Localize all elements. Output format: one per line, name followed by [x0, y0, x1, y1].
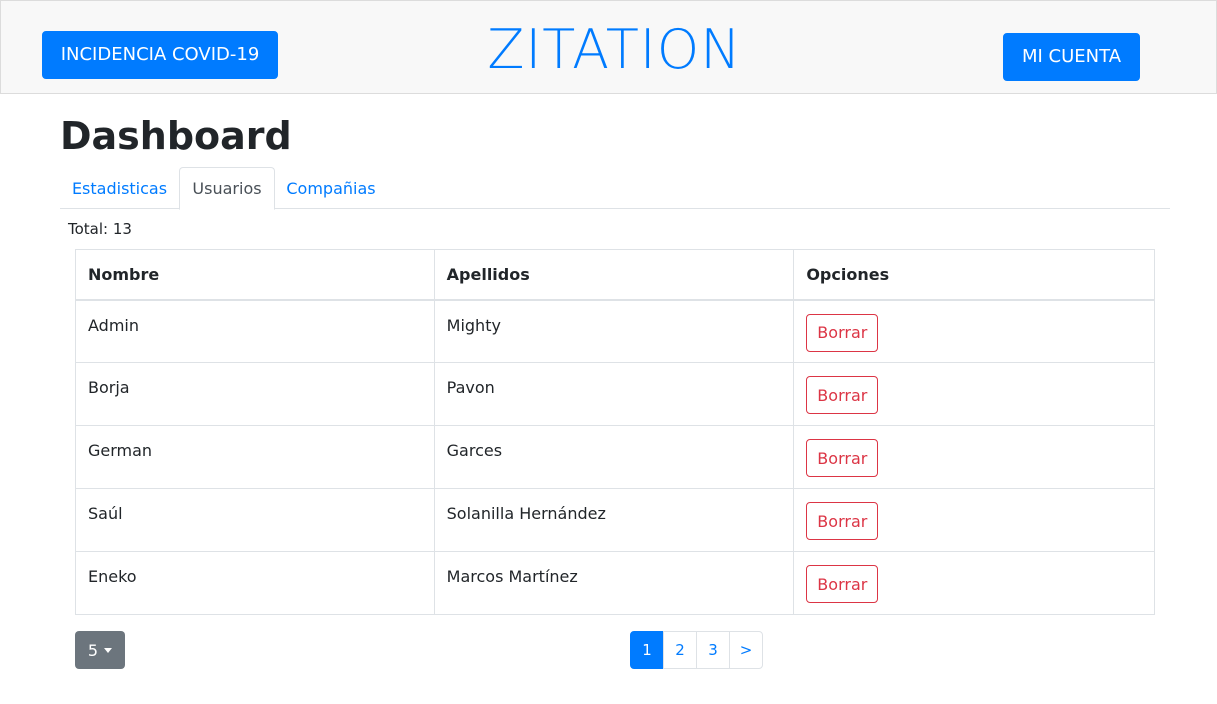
page: INCIDENCIA COVID-19 ZITATION MI CUENTA D… [0, 0, 1217, 704]
tab-estadisticas[interactable]: Estadisticas [60, 167, 179, 209]
page-size-dropdown[interactable]: 5 [75, 631, 125, 669]
table-header-row: Nombre Apellidos Opciones [75, 249, 1155, 301]
column-header-apellidos: Apellidos [433, 249, 795, 301]
cell-apellidos: Marcos Martínez [433, 551, 795, 615]
delete-button[interactable]: Borrar [806, 376, 879, 414]
cell-opciones: Borrar [793, 425, 1155, 489]
total-count: Total: 13 [68, 220, 132, 238]
tab-usuarios[interactable]: Usuarios [179, 167, 275, 210]
cell-opciones: Borrar [793, 488, 1155, 552]
cell-nombre: Admin [75, 299, 435, 363]
cell-opciones: Borrar [793, 362, 1155, 426]
users-table: Nombre Apellidos Opciones Admin Mighty B… [75, 249, 1155, 615]
pagination: 1 2 3 > [630, 631, 763, 669]
page-1-button[interactable]: 1 [630, 631, 664, 669]
table-row: German Garces Borrar [75, 425, 1155, 489]
cell-nombre: Saúl [75, 488, 435, 552]
cell-apellidos: Pavon [433, 362, 795, 426]
table-row: Borja Pavon Borrar [75, 362, 1155, 426]
page-2-button[interactable]: 2 [663, 631, 697, 669]
page-size-value: 5 [87, 640, 99, 660]
dashboard-tabs: Estadisticas Usuarios Compañias [60, 167, 1170, 210]
cell-apellidos: Mighty [433, 299, 795, 363]
cell-apellidos: Solanilla Hernández [433, 488, 795, 552]
cell-apellidos: Garces [433, 425, 795, 489]
tab-companias[interactable]: Compañias [275, 167, 387, 209]
cell-nombre: German [75, 425, 435, 489]
caret-down-icon [104, 647, 113, 653]
table-row: Eneko Marcos Martínez Borrar [75, 551, 1155, 615]
table-row: Saúl Solanilla Hernández Borrar [75, 488, 1155, 552]
column-header-nombre: Nombre [75, 249, 435, 301]
cell-nombre: Eneko [75, 551, 435, 615]
page-3-button[interactable]: 3 [696, 631, 730, 669]
top-navbar: INCIDENCIA COVID-19 ZITATION MI CUENTA [0, 0, 1217, 94]
delete-button[interactable]: Borrar [806, 502, 879, 540]
delete-button[interactable]: Borrar [806, 565, 879, 603]
cell-opciones: Borrar [793, 551, 1155, 615]
cell-opciones: Borrar [793, 299, 1155, 363]
next-page-button[interactable]: > [729, 631, 763, 669]
delete-button[interactable]: Borrar [806, 439, 879, 477]
my-account-button[interactable]: MI CUENTA [1003, 33, 1140, 81]
column-header-opciones: Opciones [793, 249, 1155, 301]
table-row: Admin Mighty Borrar [75, 299, 1155, 363]
delete-button[interactable]: Borrar [806, 313, 879, 352]
cell-nombre: Borja [75, 362, 435, 426]
page-title: Dashboard [60, 114, 292, 158]
